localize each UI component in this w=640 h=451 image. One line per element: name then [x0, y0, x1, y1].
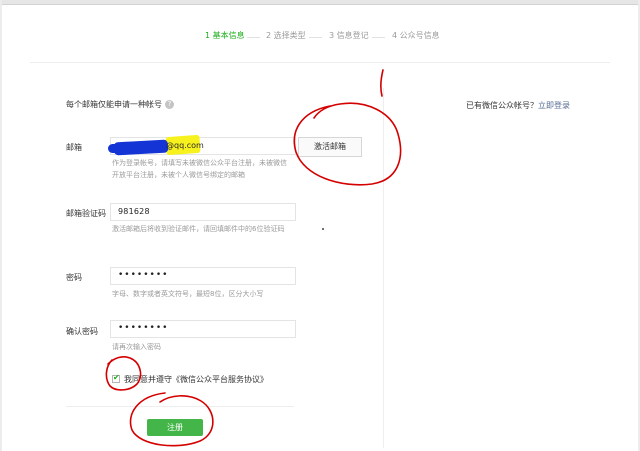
help-circle-icon[interactable]: ?	[165, 100, 174, 109]
login-link[interactable]: 立即登录	[538, 101, 570, 110]
column-divider	[383, 88, 384, 448]
check-icon: ✔	[113, 373, 120, 382]
code-input[interactable]: 981628	[110, 203, 296, 221]
step-separator	[309, 37, 322, 38]
confirm-password-value: ••••••••	[118, 323, 169, 333]
password-value: ••••••••	[118, 270, 169, 280]
code-hint: 激活邮箱后将收到验证邮件，请回填邮件中的6位验证码	[112, 225, 285, 233]
email-note-text: 每个邮箱仅能申请一种帐号	[66, 100, 162, 109]
stray-dot	[322, 228, 324, 230]
login-hint: 已有微信公众帐号？立即登录	[466, 100, 570, 111]
header-divider	[30, 62, 610, 63]
confirm-password-input[interactable]: ••••••••	[110, 320, 296, 338]
browser-top-strip	[0, 0, 640, 5]
step-4-account-info: 4 公众号信息	[392, 31, 440, 40]
step-2-select-type: 2 选择类型	[266, 31, 306, 40]
email-hint: 作为登录帐号，请填写未被微信公众平台注册，未被微信开放平台注册，未被个人微信号绑…	[112, 159, 287, 179]
red-annotations	[105, 69, 402, 447]
password-label: 密码	[66, 273, 82, 282]
step-indicator: 1 基本信息 2 选择类型 3 信息登记 4 公众号信息	[0, 30, 640, 44]
email-note: 每个邮箱仅能申请一种帐号?	[66, 99, 174, 110]
code-label: 邮箱验证码	[66, 209, 106, 218]
agreement-checkbox[interactable]: ✔	[112, 373, 120, 383]
window-left-edge	[0, 0, 2, 451]
register-button[interactable]: 注册	[147, 419, 203, 436]
step-1-basic-info: 1 基本信息	[205, 31, 245, 40]
agreement-label[interactable]: 我同意并遵守《微信公众平台服务协议》	[124, 374, 268, 385]
step-separator	[372, 37, 385, 38]
confirm-password-hint: 请再次输入密码	[112, 343, 161, 351]
email-label: 邮箱	[66, 143, 82, 152]
login-hint-text: 已有微信公众帐号？	[466, 101, 538, 110]
code-value: 981628	[118, 207, 150, 216]
activate-email-button[interactable]: 激活邮箱	[298, 137, 362, 157]
password-input[interactable]: ••••••••	[110, 267, 296, 285]
step-3-info-register: 3 信息登记	[329, 31, 369, 40]
password-hint: 字母、数字或者英文符号，最短8位，区分大小写	[112, 290, 264, 298]
step-separator	[247, 37, 260, 38]
email-domain-value: @qq.com	[166, 141, 204, 150]
confirm-password-label: 确认密码	[66, 327, 98, 336]
form-divider	[66, 406, 294, 407]
